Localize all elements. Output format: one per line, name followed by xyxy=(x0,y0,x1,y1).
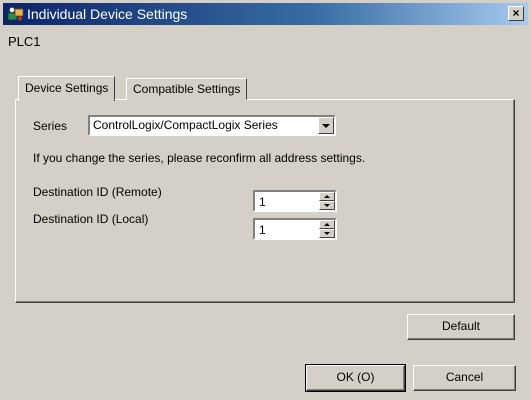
ok-button[interactable]: OK (O) xyxy=(305,364,406,392)
series-label: Series xyxy=(33,119,68,133)
default-button[interactable]: Default xyxy=(407,314,515,340)
spin-down-icon[interactable] xyxy=(319,229,335,238)
device-settings-icon xyxy=(7,7,24,21)
destination-id-local-label: Destination ID (Local) xyxy=(33,212,149,226)
destination-id-remote-value[interactable]: 1 xyxy=(259,195,266,209)
series-select[interactable]: ControlLogix/CompactLogix Series xyxy=(88,115,336,136)
cancel-button[interactable]: Cancel xyxy=(413,365,516,391)
tab-device-settings[interactable]: Device Settings xyxy=(18,76,116,101)
series-change-note: If you change the series, please reconfi… xyxy=(33,151,366,165)
destination-id-remote-label: Destination ID (Remote) xyxy=(33,185,162,199)
destination-id-local-value[interactable]: 1 xyxy=(259,223,266,237)
tab-compatible-settings[interactable]: Compatible Settings xyxy=(126,78,248,100)
device-name-label: PLC1 xyxy=(8,34,41,49)
close-button[interactable]: × xyxy=(508,6,524,21)
destination-id-local-stepper[interactable]: 1 xyxy=(253,218,337,240)
destination-id-remote-stepper[interactable]: 1 xyxy=(253,190,337,212)
chevron-down-icon[interactable] xyxy=(318,117,334,134)
spin-up-icon[interactable] xyxy=(319,192,335,201)
spin-up-icon[interactable] xyxy=(319,220,335,229)
spin-down-icon[interactable] xyxy=(319,201,335,210)
series-selected-value: ControlLogix/CompactLogix Series xyxy=(93,118,278,132)
individual-device-settings-dialog: Individual Device Settings × PLC1 Device… xyxy=(0,0,531,400)
window-title: Individual Device Settings xyxy=(27,6,188,22)
title-bar[interactable]: Individual Device Settings × xyxy=(3,3,528,25)
